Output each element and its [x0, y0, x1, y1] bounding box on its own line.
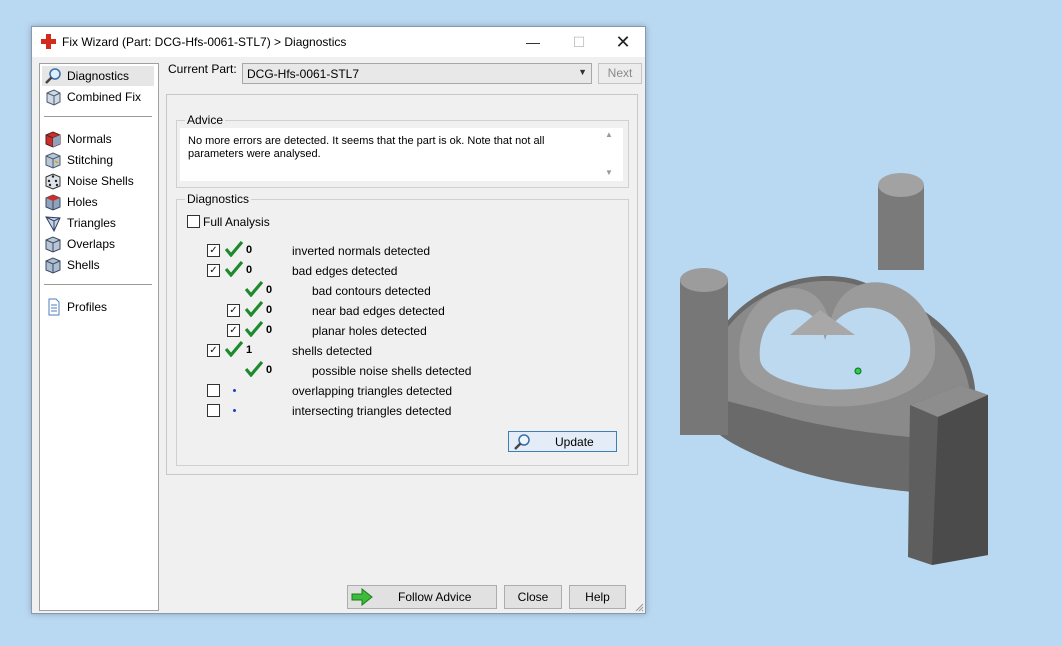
update-button[interactable]: Update — [508, 431, 617, 452]
row-count: 0 — [266, 364, 273, 376]
sidebar-item-holes[interactable]: Holes — [42, 192, 154, 212]
ok-checkmark-icon — [225, 341, 243, 357]
row-label: planar holes detected — [312, 324, 427, 338]
holes-cube-icon — [45, 194, 61, 211]
diagnostics-group-title: Diagnostics — [185, 192, 252, 206]
row-label: intersecting triangles detected — [292, 404, 452, 418]
ok-checkmark-icon — [225, 241, 243, 257]
row-count: 0 — [266, 304, 273, 316]
help-button[interactable]: Help — [569, 585, 626, 609]
sidebar-item-profiles[interactable]: Profiles — [42, 297, 154, 317]
sidebar-item-label: Profiles — [67, 300, 108, 314]
next-button[interactable]: Next — [598, 63, 642, 84]
overlaps-icon — [45, 236, 61, 253]
sidebar-item-noise-shells[interactable]: Noise Shells — [42, 171, 154, 191]
row-count: 0 — [246, 244, 253, 256]
sidebar-item-label: Diagnostics — [67, 69, 130, 83]
row-label: bad edges detected — [292, 264, 398, 278]
row-count: 0 — [266, 284, 273, 296]
follow-advice-button[interactable]: Follow Advice — [347, 585, 497, 609]
current-part-value: DCG-Hfs-0061-STL7 — [247, 67, 360, 81]
advice-textbox[interactable]: No more errors are detected. It seems th… — [180, 128, 623, 181]
sidebar-item-combined-fix[interactable]: Combined Fix — [42, 87, 154, 107]
row-checkbox[interactable] — [207, 384, 220, 397]
diagnostics-group: Diagnostics Full Analysis ✓ 0 inverted n… — [176, 192, 629, 466]
advice-group-title: Advice — [185, 113, 226, 127]
diagnostics-panel: Advice No more errors are detected. It s… — [166, 94, 638, 475]
row-count: 1 — [246, 344, 253, 356]
sidebar-item-label: Stitching — [67, 153, 114, 167]
resize-grip-icon[interactable] — [634, 602, 644, 612]
row-label: overlapping triangles detected — [292, 384, 453, 398]
ok-checkmark-icon — [225, 261, 243, 277]
sidebar-item-label: Combined Fix — [67, 90, 142, 104]
row-checkbox[interactable] — [207, 404, 220, 417]
scroll-down-icon[interactable]: ▼ — [605, 168, 613, 177]
triangles-icon — [45, 216, 61, 232]
row-label: near bad edges detected — [312, 304, 445, 318]
red-cross-icon — [41, 34, 56, 49]
close-button[interactable]: Close — [504, 585, 562, 609]
green-arrow-icon — [351, 588, 373, 606]
not-run-dot-icon — [233, 409, 236, 412]
shells-icon — [45, 257, 61, 274]
sidebar-item-label: Noise Shells — [67, 174, 134, 188]
magnifier-icon — [514, 434, 530, 450]
advice-text: No more errors are detected. It seems th… — [188, 135, 545, 160]
sidebar-item-label: Normals — [67, 132, 112, 146]
minimize-button[interactable]: — — [510, 27, 556, 57]
scroll-up-icon[interactable]: ▲ — [605, 130, 613, 139]
current-part-label: Current Part: — [168, 62, 237, 76]
current-part-dropdown[interactable]: DCG-Hfs-0061-STL7 ▼ — [242, 63, 592, 84]
wizard-sidebar: Diagnostics Combined Fix Normals Stitchi… — [39, 63, 159, 611]
sidebar-item-normals[interactable]: Normals — [42, 129, 154, 149]
3d-part-model[interactable] — [670, 165, 1000, 575]
row-checkbox[interactable]: ✓ — [207, 244, 220, 257]
row-count: 0 — [246, 264, 253, 276]
advice-group: Advice No more errors are detected. It s… — [176, 113, 629, 188]
sidebar-item-shells[interactable]: Shells — [42, 255, 154, 275]
ok-checkmark-icon — [245, 361, 263, 377]
chevron-down-icon: ▼ — [578, 67, 587, 77]
cube-icon — [46, 89, 61, 106]
row-label: possible noise shells detected — [312, 364, 472, 378]
ok-checkmark-icon — [245, 301, 263, 317]
row-checkbox[interactable]: ✓ — [227, 324, 240, 337]
follow-advice-label: Follow Advice — [398, 590, 472, 604]
row-checkbox[interactable]: ✓ — [227, 304, 240, 317]
sidebar-item-stitching[interactable]: Stitching — [42, 150, 154, 170]
close-window-button[interactable]: ✕ — [600, 27, 646, 57]
sidebar-item-label: Holes — [67, 195, 98, 209]
sidebar-item-diagnostics[interactable]: Diagnostics — [42, 66, 154, 86]
row-checkbox[interactable]: ✓ — [207, 264, 220, 277]
fix-wizard-window: Fix Wizard (Part: DCG-Hfs-0061-STL7) > D… — [31, 26, 646, 614]
row-label: shells detected — [292, 344, 373, 358]
row-checkbox[interactable]: ✓ — [207, 344, 220, 357]
maximize-button[interactable]: ☐ — [556, 27, 602, 57]
title-bar[interactable]: Fix Wizard (Part: DCG-Hfs-0061-STL7) > D… — [32, 27, 645, 57]
row-count: 0 — [266, 324, 273, 336]
magnifier-icon — [45, 68, 61, 84]
full-analysis-label: Full Analysis — [203, 215, 270, 229]
full-analysis-checkbox[interactable] — [187, 215, 200, 228]
row-label: inverted normals detected — [292, 244, 431, 258]
normals-cube-icon — [45, 131, 61, 148]
sidebar-item-triangles[interactable]: Triangles — [42, 213, 154, 233]
ok-checkmark-icon — [245, 281, 263, 297]
sidebar-item-label: Triangles — [67, 216, 116, 230]
row-label: bad contours detected — [312, 284, 431, 298]
ok-checkmark-icon — [245, 321, 263, 337]
dice-icon — [45, 173, 61, 190]
stitching-icon — [45, 152, 61, 169]
document-icon — [48, 298, 60, 316]
sidebar-item-label: Overlaps — [67, 237, 116, 251]
sidebar-item-label: Shells — [67, 258, 100, 272]
sidebar-divider — [44, 284, 152, 285]
window-title: Fix Wizard (Part: DCG-Hfs-0061-STL7) > D… — [62, 35, 347, 49]
sidebar-divider — [44, 116, 152, 117]
update-button-label: Update — [555, 435, 594, 449]
not-run-dot-icon — [233, 389, 236, 392]
sidebar-item-overlaps[interactable]: Overlaps — [42, 234, 154, 254]
